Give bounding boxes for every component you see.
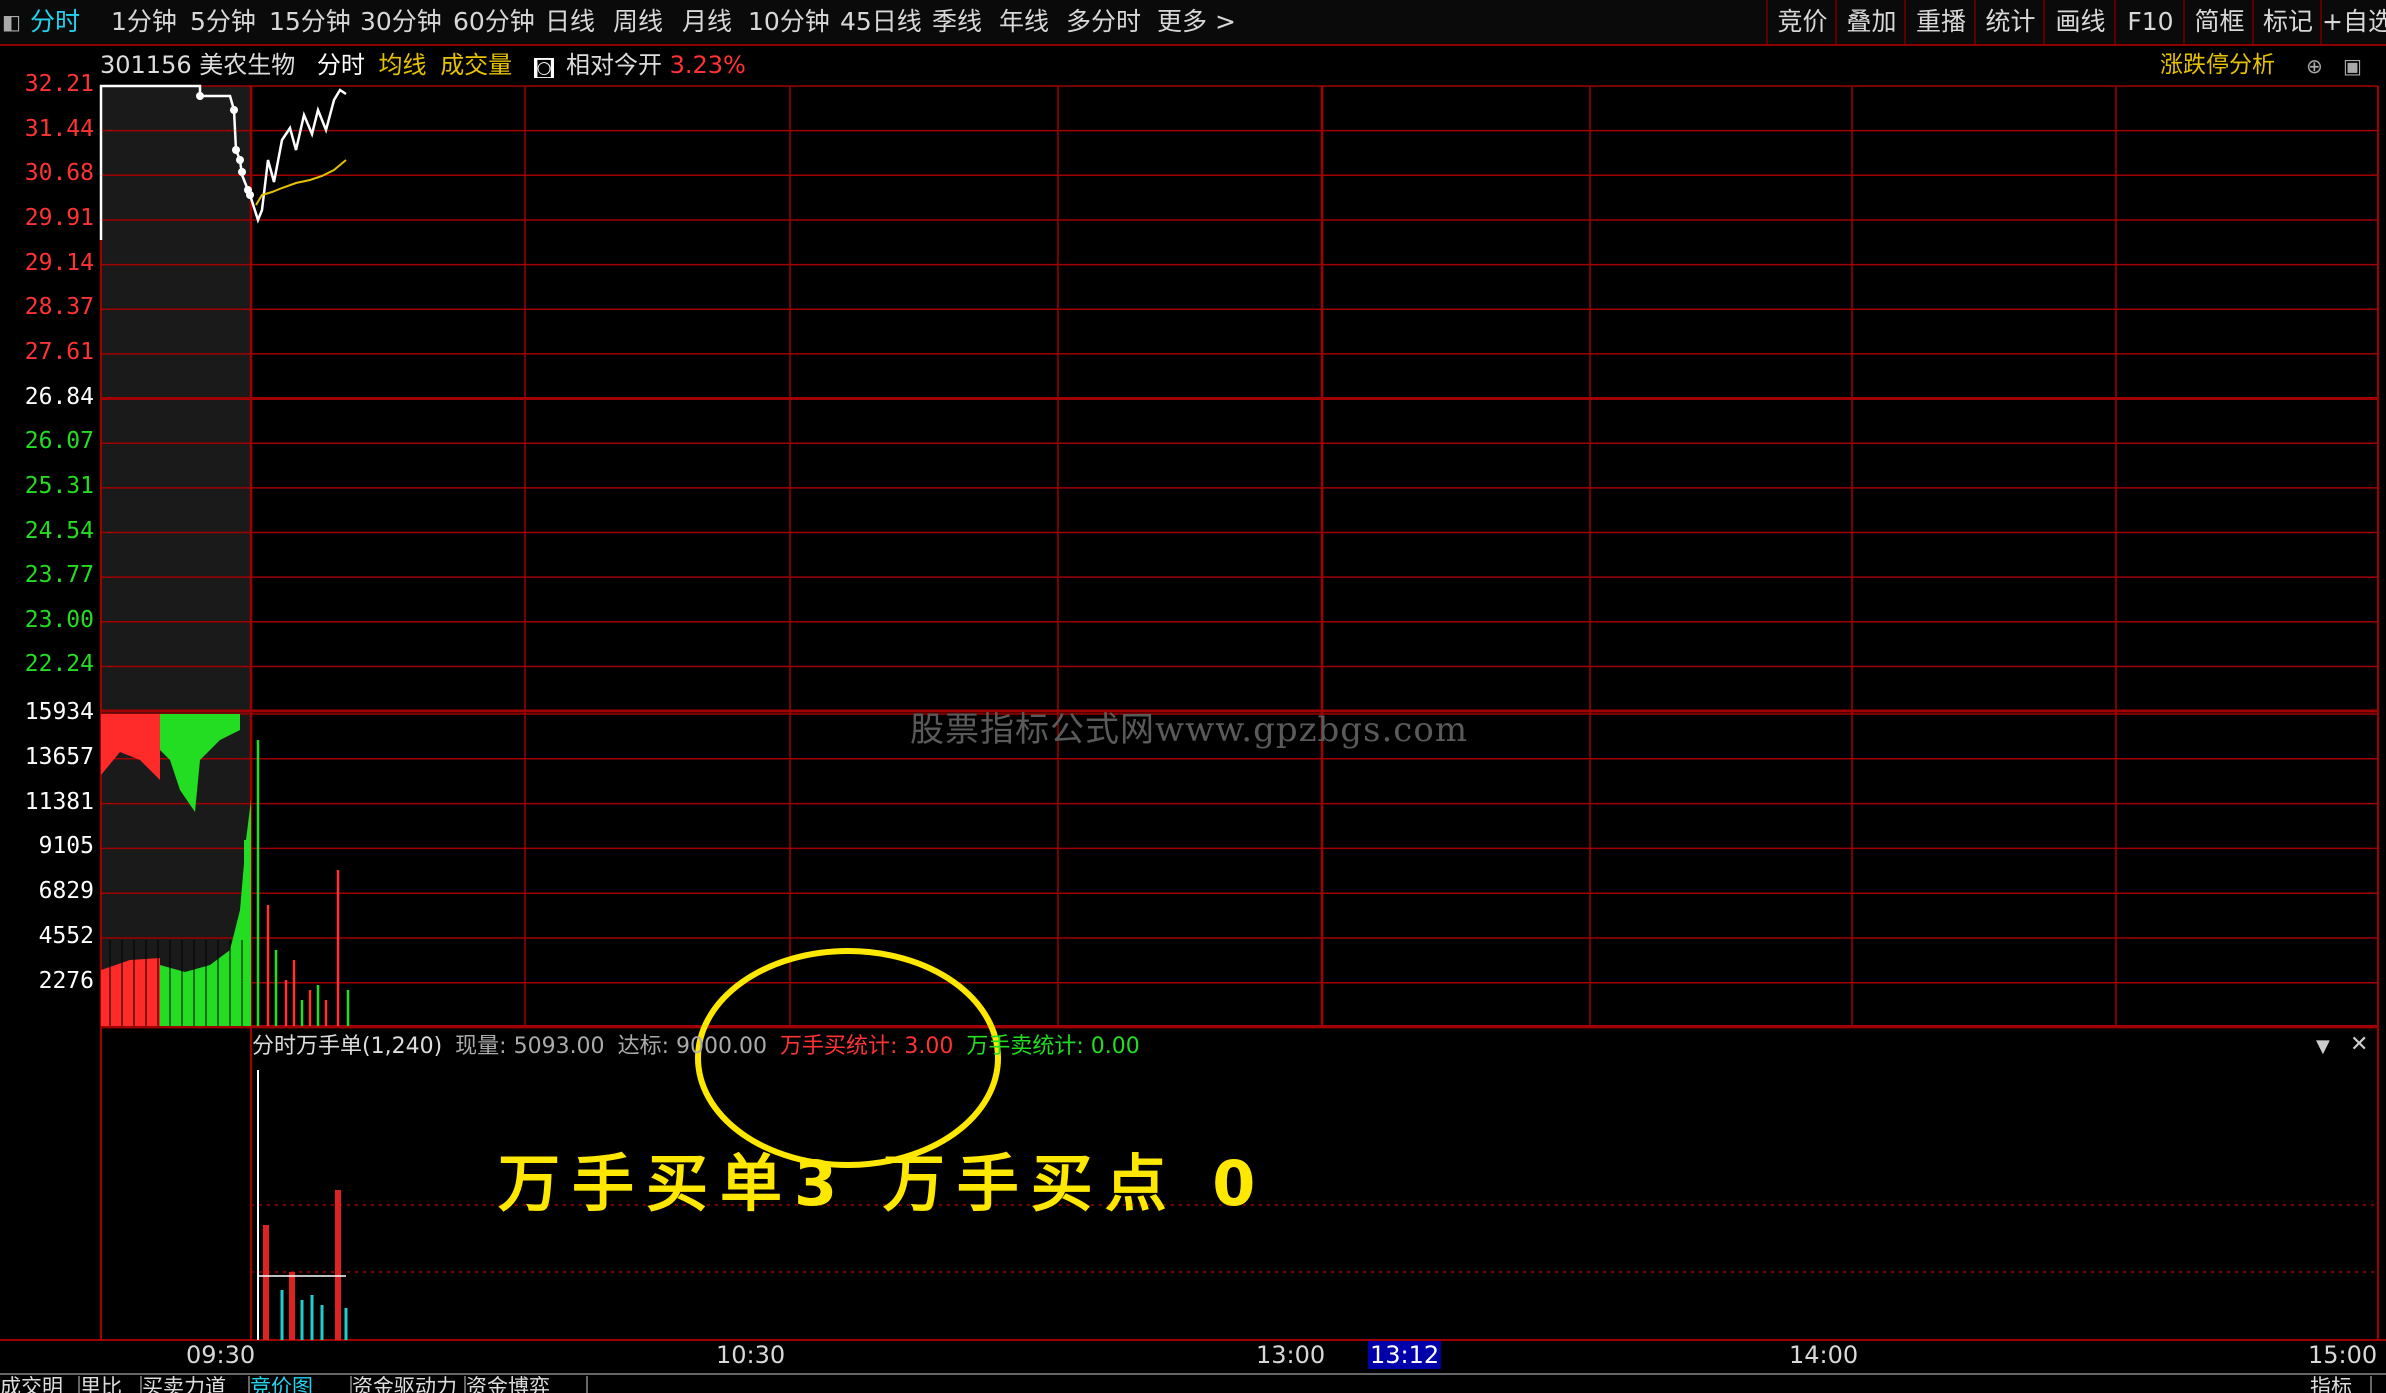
volume-tick: 6829 <box>38 878 94 905</box>
volume-tick: 2276 <box>38 967 94 994</box>
bottom-tab-2[interactable]: 买卖力道 <box>142 1376 250 1393</box>
indicator-close-icon[interactable]: ✕ <box>2350 1032 2368 1057</box>
price-tick: 29.14 <box>24 249 94 276</box>
auction-dot <box>236 156 244 164</box>
price-tick: 24.54 <box>24 517 94 544</box>
price-tick: 23.00 <box>24 606 94 633</box>
premarket-shade <box>101 86 251 1026</box>
auction-dot <box>230 106 238 114</box>
bottom-tab-0[interactable]: 成交明 <box>0 1376 80 1393</box>
indicator-header: 分时万手单(1,240) 现量: 5093.00 达标: 9000.00 万手买… <box>252 1030 1140 1064</box>
price-tick: 25.31 <box>24 472 94 499</box>
time-tick: 10:30 <box>716 1341 786 1369</box>
buy-stat-label: 万手买统计: <box>779 1034 898 1059</box>
sell-stat-value: 0.00 <box>1090 1034 1140 1059</box>
target-value: 9000.00 <box>675 1034 767 1059</box>
current-value: 5093.00 <box>513 1034 605 1059</box>
current-label: 现量: <box>455 1034 507 1059</box>
price-tick: 28.37 <box>24 294 94 321</box>
bottom-tab-4[interactable]: 资金驱动力 <box>352 1376 466 1393</box>
indicator-title[interactable]: 分时万手单(1,240) <box>252 1034 442 1059</box>
time-tick: 13:00 <box>1256 1341 1326 1369</box>
bottom-tab-5[interactable]: 资金博弈 <box>466 1376 588 1393</box>
auction-dot <box>246 191 254 199</box>
volume-tick: 4552 <box>38 923 94 949</box>
price-tick: 27.61 <box>24 338 94 365</box>
bottom-tab-bar: 成交明 里比 买卖力道 竞价图 资金驱动力 资金博弈 指标 <box>0 1376 2386 1393</box>
price-tick: 26.84 <box>24 383 94 410</box>
target-label: 达标: <box>617 1034 669 1059</box>
indicator-tab[interactable]: 指标 <box>2310 1376 2372 1393</box>
price-tick: 29.91 <box>24 204 94 231</box>
price-tick: 26.07 <box>24 428 94 455</box>
indicator-menu-icon[interactable]: ▼ <box>2316 1036 2330 1057</box>
time-tick: 15:00 <box>2308 1341 2378 1369</box>
watermark: 股票指标公式网www.gpzbgs.com <box>910 710 1469 750</box>
volume-tick: 11381 <box>24 788 94 815</box>
price-tick: 30.68 <box>24 160 94 187</box>
price-tick: 22.24 <box>24 651 94 678</box>
auction-dot <box>196 92 204 100</box>
volume-tick: 13657 <box>24 743 94 770</box>
price-tick: 31.44 <box>24 115 94 142</box>
bottom-tab-3[interactable]: 竞价图 <box>250 1376 352 1393</box>
auction-dot <box>232 146 240 154</box>
volume-tick: 9105 <box>38 833 94 860</box>
time-tick: 09:30 <box>186 1341 256 1369</box>
annotation-text: 万手买单3 万手买点 0 <box>498 1147 1268 1220</box>
buy-stat-value: 3.00 <box>904 1034 954 1059</box>
auction-dot <box>238 168 246 176</box>
volume-tick: 15934 <box>24 699 94 725</box>
price-tick: 32.21 <box>24 71 94 97</box>
time-tick: 14:00 <box>1789 1341 1859 1369</box>
bottom-tab-1[interactable]: 里比 <box>80 1376 142 1393</box>
sell-stat-label: 万手卖统计: <box>966 1034 1084 1059</box>
price-tick: 23.77 <box>24 562 94 589</box>
crosshair-time: 13:12 <box>1368 1341 1442 1369</box>
